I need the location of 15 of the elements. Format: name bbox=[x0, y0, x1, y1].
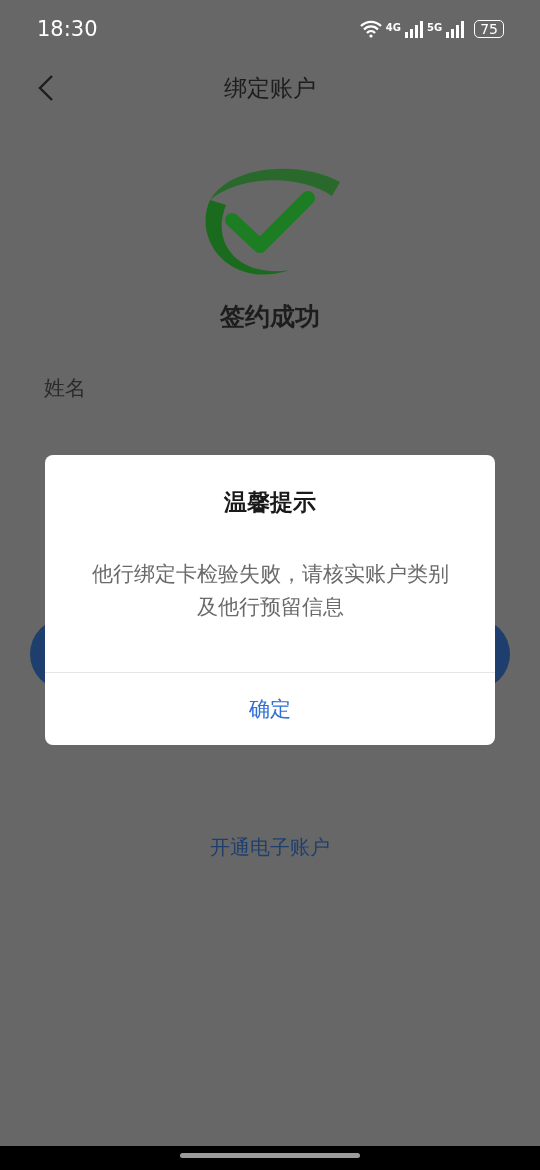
field-label: 姓名 bbox=[44, 375, 86, 402]
signal-icon bbox=[445, 20, 466, 38]
wifi-icon bbox=[358, 20, 383, 38]
dialog-message: 他行绑定卡检验失败，请核实账户类别及他行预留信息 bbox=[90, 561, 450, 621]
status-time: 18:30 bbox=[37, 17, 98, 41]
home-indicator[interactable] bbox=[180, 1152, 360, 1158]
result-title: 签约成功 bbox=[220, 301, 320, 333]
confirm-button[interactable]: 确定 bbox=[45, 672, 495, 745]
dialog-title: 温馨提示 bbox=[224, 488, 316, 517]
page-title: 绑定账户 bbox=[224, 73, 316, 103]
network-label: 4G bbox=[385, 22, 401, 33]
network-label: 5G bbox=[427, 22, 443, 33]
battery-level: 75 bbox=[474, 20, 504, 38]
signal-icon bbox=[404, 20, 424, 38]
back-icon[interactable] bbox=[38, 74, 54, 102]
